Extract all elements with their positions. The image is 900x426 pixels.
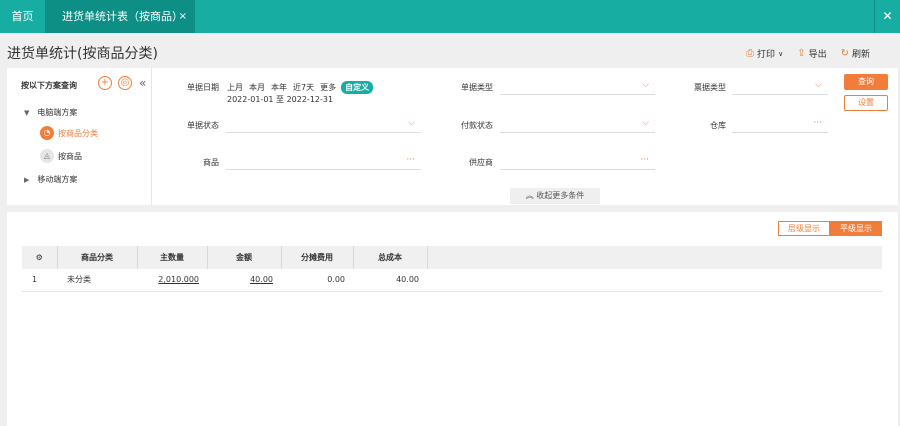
tab-close-icon[interactable]: × <box>179 0 187 33</box>
product-picker[interactable]: ··· <box>226 154 421 170</box>
date-quick-options: 上月 本月 本年 近7天 更多 自定义 <box>226 81 374 94</box>
export-button[interactable]: ⇪ 导出 <box>797 47 826 60</box>
print-label: 打印 <box>757 50 776 60</box>
export-icon: ⇪ <box>797 48 806 59</box>
cell-category: 未分类 <box>57 269 137 292</box>
refresh-button[interactable]: ↻ 刷新 <box>841 47 870 60</box>
cell-fee: 0.00 <box>281 269 353 292</box>
date-option-more[interactable]: 更多 <box>319 81 337 94</box>
supplier-label: 供应商 <box>469 158 493 167</box>
cell-qty-link[interactable]: 2,010.000 <box>158 275 199 284</box>
more-icon: ··· <box>406 155 415 165</box>
collapse-more-button[interactable]: ︽ 收起更多条件 <box>510 188 600 204</box>
date-option-custom[interactable]: 自定义 <box>341 81 374 94</box>
printer-icon: ⎙ <box>746 48 755 59</box>
table-row[interactable]: 1 未分类 2,010.000 40.00 0.00 40.00 <box>22 269 882 292</box>
chevron-down-icon: ⌵ <box>642 80 649 90</box>
tab-home[interactable]: 首页 <box>0 0 45 33</box>
scheme-tree: 按以下方案查询 + ◎ « ▼ 电脑端方案 ◔ 按商品分类 ◬ 按商品 ▶ 移动端方… <box>7 68 152 205</box>
tree-heading: 按以下方案查询 <box>21 81 77 90</box>
query-button[interactable]: 查询 <box>844 74 888 90</box>
date-option-last-month[interactable]: 上月 <box>226 81 244 94</box>
tab-purchase-stats[interactable]: 进货单统计表（按商品） × <box>45 0 195 33</box>
expand-arrow-icon: ▼ <box>24 109 30 117</box>
tree-leaf-by-product[interactable]: ◬ 按商品 <box>40 149 82 163</box>
cell-cost: 40.00 <box>353 269 427 292</box>
chevron-down-icon: ∨ <box>778 49 784 58</box>
bill-type-label: 票据类型 <box>694 83 726 92</box>
tree-leaf-label: 按商品 <box>58 151 82 161</box>
more-icon: ··· <box>813 118 822 128</box>
level-view-button[interactable]: 层级显示 <box>778 221 830 236</box>
chevron-up-icon: ︽ <box>525 191 534 200</box>
top-tab-bar: 首页 进货单统计表（按商品） × ✕ <box>0 0 900 33</box>
col-amount[interactable]: 金额 <box>207 246 282 269</box>
add-scheme-icon[interactable]: + <box>98 76 112 90</box>
export-label: 导出 <box>808 50 827 60</box>
close-all-icon[interactable]: ✕ <box>874 0 900 33</box>
expand-arrow-icon: ▶ <box>24 176 30 184</box>
toolbar: ⎙ 打印 ∨ ⇪ 导出 ↻ 刷新 <box>746 47 870 60</box>
tree-group-label: 电脑端方案 <box>37 108 78 117</box>
date-label: 单据日期 <box>187 83 219 92</box>
tree-leaf-label: 按商品分类 <box>58 128 98 138</box>
flat-view-button[interactable]: 平级显示 <box>830 221 882 236</box>
view-toggle: 层级显示 平级显示 <box>778 221 882 236</box>
collapse-more-label: 收起更多条件 <box>536 191 585 200</box>
settings-button[interactable]: 设置 <box>844 95 888 111</box>
tree-group-pc[interactable]: ▼ 电脑端方案 <box>24 107 77 118</box>
tree-group-mobile[interactable]: ▶ 移动端方案 <box>24 174 77 185</box>
chevron-down-icon: ⌵ <box>408 118 415 128</box>
column-settings-icon[interactable]: ⚙ <box>22 246 58 269</box>
col-category[interactable]: 商品分类 <box>57 246 138 269</box>
bill-type-select[interactable]: ⌵ <box>732 79 828 95</box>
chart-icon: ◬ <box>40 149 54 163</box>
cell-filler <box>427 269 882 292</box>
supplier-picker[interactable]: ··· <box>500 154 655 170</box>
col-fee[interactable]: 分摊费用 <box>281 246 354 269</box>
page-title: 进货单统计(按商品分类) <box>7 46 158 62</box>
col-qty[interactable]: 主数量 <box>137 246 208 269</box>
filter-panel: 按以下方案查询 + ◎ « ▼ 电脑端方案 ◔ 按商品分类 ◬ 按商品 ▶ 移动端方… <box>7 68 898 205</box>
date-option-this-year[interactable]: 本年 <box>270 81 288 94</box>
tree-leaf-by-category[interactable]: ◔ 按商品分类 <box>40 126 98 140</box>
doc-type-label: 单据类型 <box>461 83 493 92</box>
pie-chart-icon: ◔ <box>40 126 54 140</box>
more-icon: ··· <box>640 155 649 165</box>
result-panel: 层级显示 平级显示 ⚙ 商品分类 主数量 金额 分摊费用 总成本 1 未分类 2… <box>7 212 898 426</box>
warehouse-picker[interactable]: ··· <box>732 117 828 133</box>
pay-status-select[interactable]: ⌵ <box>500 117 655 133</box>
date-option-last-7-days[interactable]: 近7天 <box>292 81 315 94</box>
doc-type-select[interactable]: ⌵ <box>500 79 655 95</box>
col-filler <box>427 246 882 269</box>
tab-label: 进货单统计表（按商品） <box>62 10 183 23</box>
collapse-panel-icon[interactable]: « <box>139 76 146 90</box>
target-icon[interactable]: ◎ <box>118 76 132 90</box>
table-header-row: ⚙ 商品分类 主数量 金额 分摊费用 总成本 <box>22 246 882 269</box>
tree-group-label: 移动端方案 <box>37 175 78 184</box>
date-range-value[interactable]: 2022-01-01 至 2022-12-31 <box>227 94 333 105</box>
doc-status-label: 单据状态 <box>187 121 219 130</box>
stats-table: ⚙ 商品分类 主数量 金额 分摊费用 总成本 1 未分类 2,010.000 4… <box>22 246 882 292</box>
warehouse-label: 仓库 <box>710 121 726 130</box>
product-label: 商品 <box>203 158 219 167</box>
chevron-down-icon: ⌵ <box>642 118 649 128</box>
pay-status-label: 付款状态 <box>461 121 493 130</box>
col-cost[interactable]: 总成本 <box>353 246 428 269</box>
doc-status-select[interactable]: ⌵ <box>226 117 421 133</box>
print-button[interactable]: ⎙ 打印 ∨ <box>746 47 783 60</box>
row-index: 1 <box>22 269 57 292</box>
date-option-this-month[interactable]: 本月 <box>248 81 266 94</box>
refresh-label: 刷新 <box>851 50 870 60</box>
chevron-down-icon: ⌵ <box>815 80 822 90</box>
refresh-icon: ↻ <box>840 48 849 59</box>
cell-amount-link[interactable]: 40.00 <box>250 275 273 284</box>
